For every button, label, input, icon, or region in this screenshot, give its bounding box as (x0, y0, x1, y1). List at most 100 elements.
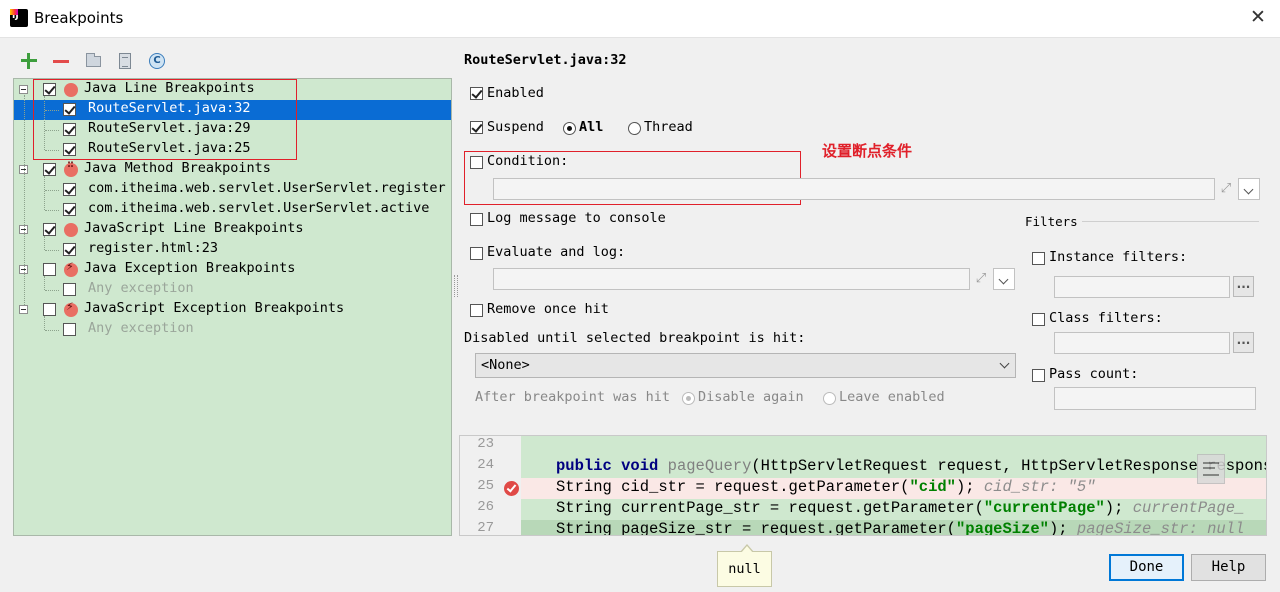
class-filters-checkbox[interactable] (1032, 313, 1045, 326)
exception-breakpoint-icon (64, 260, 78, 277)
enabled-label: Enabled (487, 85, 544, 101)
enabled-checkbox[interactable] (470, 87, 483, 100)
code-line-27: 27 String pageSize_str = request.getPara… (460, 520, 1266, 535)
tree-item-row[interactable]: Any exception (14, 280, 451, 300)
tree-group-row[interactable]: Java Exception Breakpoints (14, 260, 451, 280)
close-icon[interactable]: ✕ (1247, 6, 1269, 30)
suspend-thread-radio[interactable] (628, 122, 641, 135)
tree-group-row[interactable]: JavaScript Exception Breakpoints (14, 300, 451, 320)
log-message-label: Log message to console (487, 210, 666, 226)
suspend-all-label: All (579, 119, 604, 135)
condition-history-dropdown[interactable] (1238, 178, 1260, 200)
evaluate-log-input[interactable] (493, 268, 970, 290)
suspend-label: Suspend (487, 119, 544, 135)
tree-row-label: register.html:23 (88, 240, 219, 256)
code-preview: 23 24 public void pageQuery(HttpServletR… (459, 435, 1267, 536)
expand-editor-icon[interactable]: ⤢ (1218, 181, 1234, 197)
class-filters-label: Class filters: (1049, 310, 1163, 326)
tree-item-row[interactable]: com.itheima.web.servlet.UserServlet.regi… (14, 180, 451, 200)
folder-icon[interactable] (83, 51, 103, 71)
tree-connector (45, 190, 59, 191)
log-message-checkbox[interactable] (470, 213, 483, 226)
plus-icon[interactable] (19, 51, 39, 71)
tree-checkbox[interactable] (63, 243, 76, 256)
tooltip-arrow-inner (741, 546, 753, 553)
condition-label: Condition: (487, 153, 569, 169)
tree-item-row[interactable]: com.itheima.web.servlet.UserServlet.acti… (14, 200, 451, 220)
window-title: Breakpoints (34, 9, 124, 27)
tree-row-label: Java Exception Breakpoints (84, 260, 296, 276)
annotation-box-line-breakpoints (33, 79, 297, 160)
leave-enabled-label: Leave enabled (839, 389, 945, 405)
tree-row-label: JavaScript Exception Breakpoints (84, 300, 345, 316)
splitter-handle[interactable] (454, 275, 458, 297)
tree-checkbox[interactable] (43, 303, 56, 316)
evaluate-log-label: Evaluate and log: (487, 244, 626, 260)
tree-group-row[interactable]: Java Method Breakpoints (14, 159, 451, 180)
tree-connector (45, 290, 59, 291)
collapse-icon[interactable] (19, 305, 28, 314)
filters-title: Filters (1025, 214, 1078, 229)
title-bar (0, 0, 1280, 38)
tree-row-label: com.itheima.web.servlet.UserServlet.acti… (88, 200, 430, 216)
collapse-icon[interactable] (19, 85, 28, 94)
code-line-25: 25 String cid_str = request.getParameter… (460, 478, 1266, 499)
value-tooltip: null (717, 551, 772, 587)
evaluate-log-checkbox[interactable] (470, 247, 483, 260)
breakpoint-marker-icon[interactable] (504, 481, 519, 496)
tree-checkbox[interactable] (43, 263, 56, 276)
suspend-thread-label: Thread (644, 119, 693, 135)
exception-breakpoint-icon (64, 300, 78, 317)
tree-checkbox[interactable] (43, 223, 56, 236)
instance-filters-checkbox[interactable] (1032, 252, 1045, 265)
tree-checkbox[interactable] (63, 283, 76, 296)
disabled-until-select[interactable]: <None> (475, 353, 1016, 378)
tree-item-row[interactable]: Any exception (14, 320, 451, 340)
help-button[interactable]: Help (1191, 554, 1266, 581)
evaluate-history-dropdown[interactable] (993, 268, 1015, 290)
tree-connector (24, 95, 25, 305)
tree-row-label: Any exception (88, 320, 194, 336)
done-button[interactable]: Done (1109, 554, 1184, 581)
tree-checkbox[interactable] (63, 203, 76, 216)
leave-enabled-radio[interactable] (823, 392, 836, 405)
tree-group-row[interactable]: JavaScript Line Breakpoints (14, 220, 451, 240)
instance-filters-browse-button[interactable]: ... (1233, 276, 1254, 297)
disable-again-label: Disable again (698, 389, 804, 405)
tree-row-label: com.itheima.web.servlet.UserServlet.regi… (88, 180, 446, 196)
code-line-23: 23 (460, 436, 1266, 457)
class-filters-browse-button[interactable]: ... (1233, 332, 1254, 353)
annotation-text: 设置断点条件 (822, 142, 913, 160)
class-icon[interactable]: C (147, 51, 167, 71)
expand-editor-icon[interactable]: ⤢ (973, 271, 989, 287)
tree-row-label: Any exception (88, 280, 194, 296)
condition-input[interactable] (493, 178, 1215, 200)
remove-once-hit-checkbox[interactable] (470, 304, 483, 317)
tree-checkbox[interactable] (43, 163, 56, 176)
tree-checkbox[interactable] (63, 323, 76, 336)
minus-icon[interactable] (51, 51, 71, 71)
filters-divider (1082, 221, 1259, 222)
method-breakpoint-icon (64, 159, 78, 177)
tree-connector (45, 210, 59, 211)
disable-again-radio[interactable] (682, 392, 695, 405)
code-line-24: 24 public void pageQuery(HttpServletRequ… (460, 457, 1266, 478)
class-filters-input[interactable] (1054, 332, 1230, 354)
tree-connector (45, 250, 59, 251)
tree-checkbox[interactable] (63, 183, 76, 196)
pass-count-label: Pass count: (1049, 366, 1139, 382)
suspend-checkbox[interactable] (470, 121, 483, 134)
condition-checkbox[interactable] (470, 156, 483, 169)
tree-connector (44, 236, 45, 250)
suspend-all-radio[interactable] (563, 122, 576, 135)
tree-item-row[interactable]: register.html:23 (14, 240, 451, 260)
tree-connector (44, 316, 45, 330)
pass-count-checkbox[interactable] (1032, 369, 1045, 382)
disabled-until-label: Disabled until selected breakpoint is hi… (464, 330, 806, 346)
file-icon[interactable] (115, 51, 135, 71)
instance-filters-input[interactable] (1054, 276, 1230, 298)
pass-count-input[interactable] (1054, 387, 1256, 410)
intellij-app-icon (10, 9, 28, 27)
remove-once-hit-label: Remove once hit (487, 301, 609, 317)
format-icon[interactable] (1197, 454, 1225, 484)
